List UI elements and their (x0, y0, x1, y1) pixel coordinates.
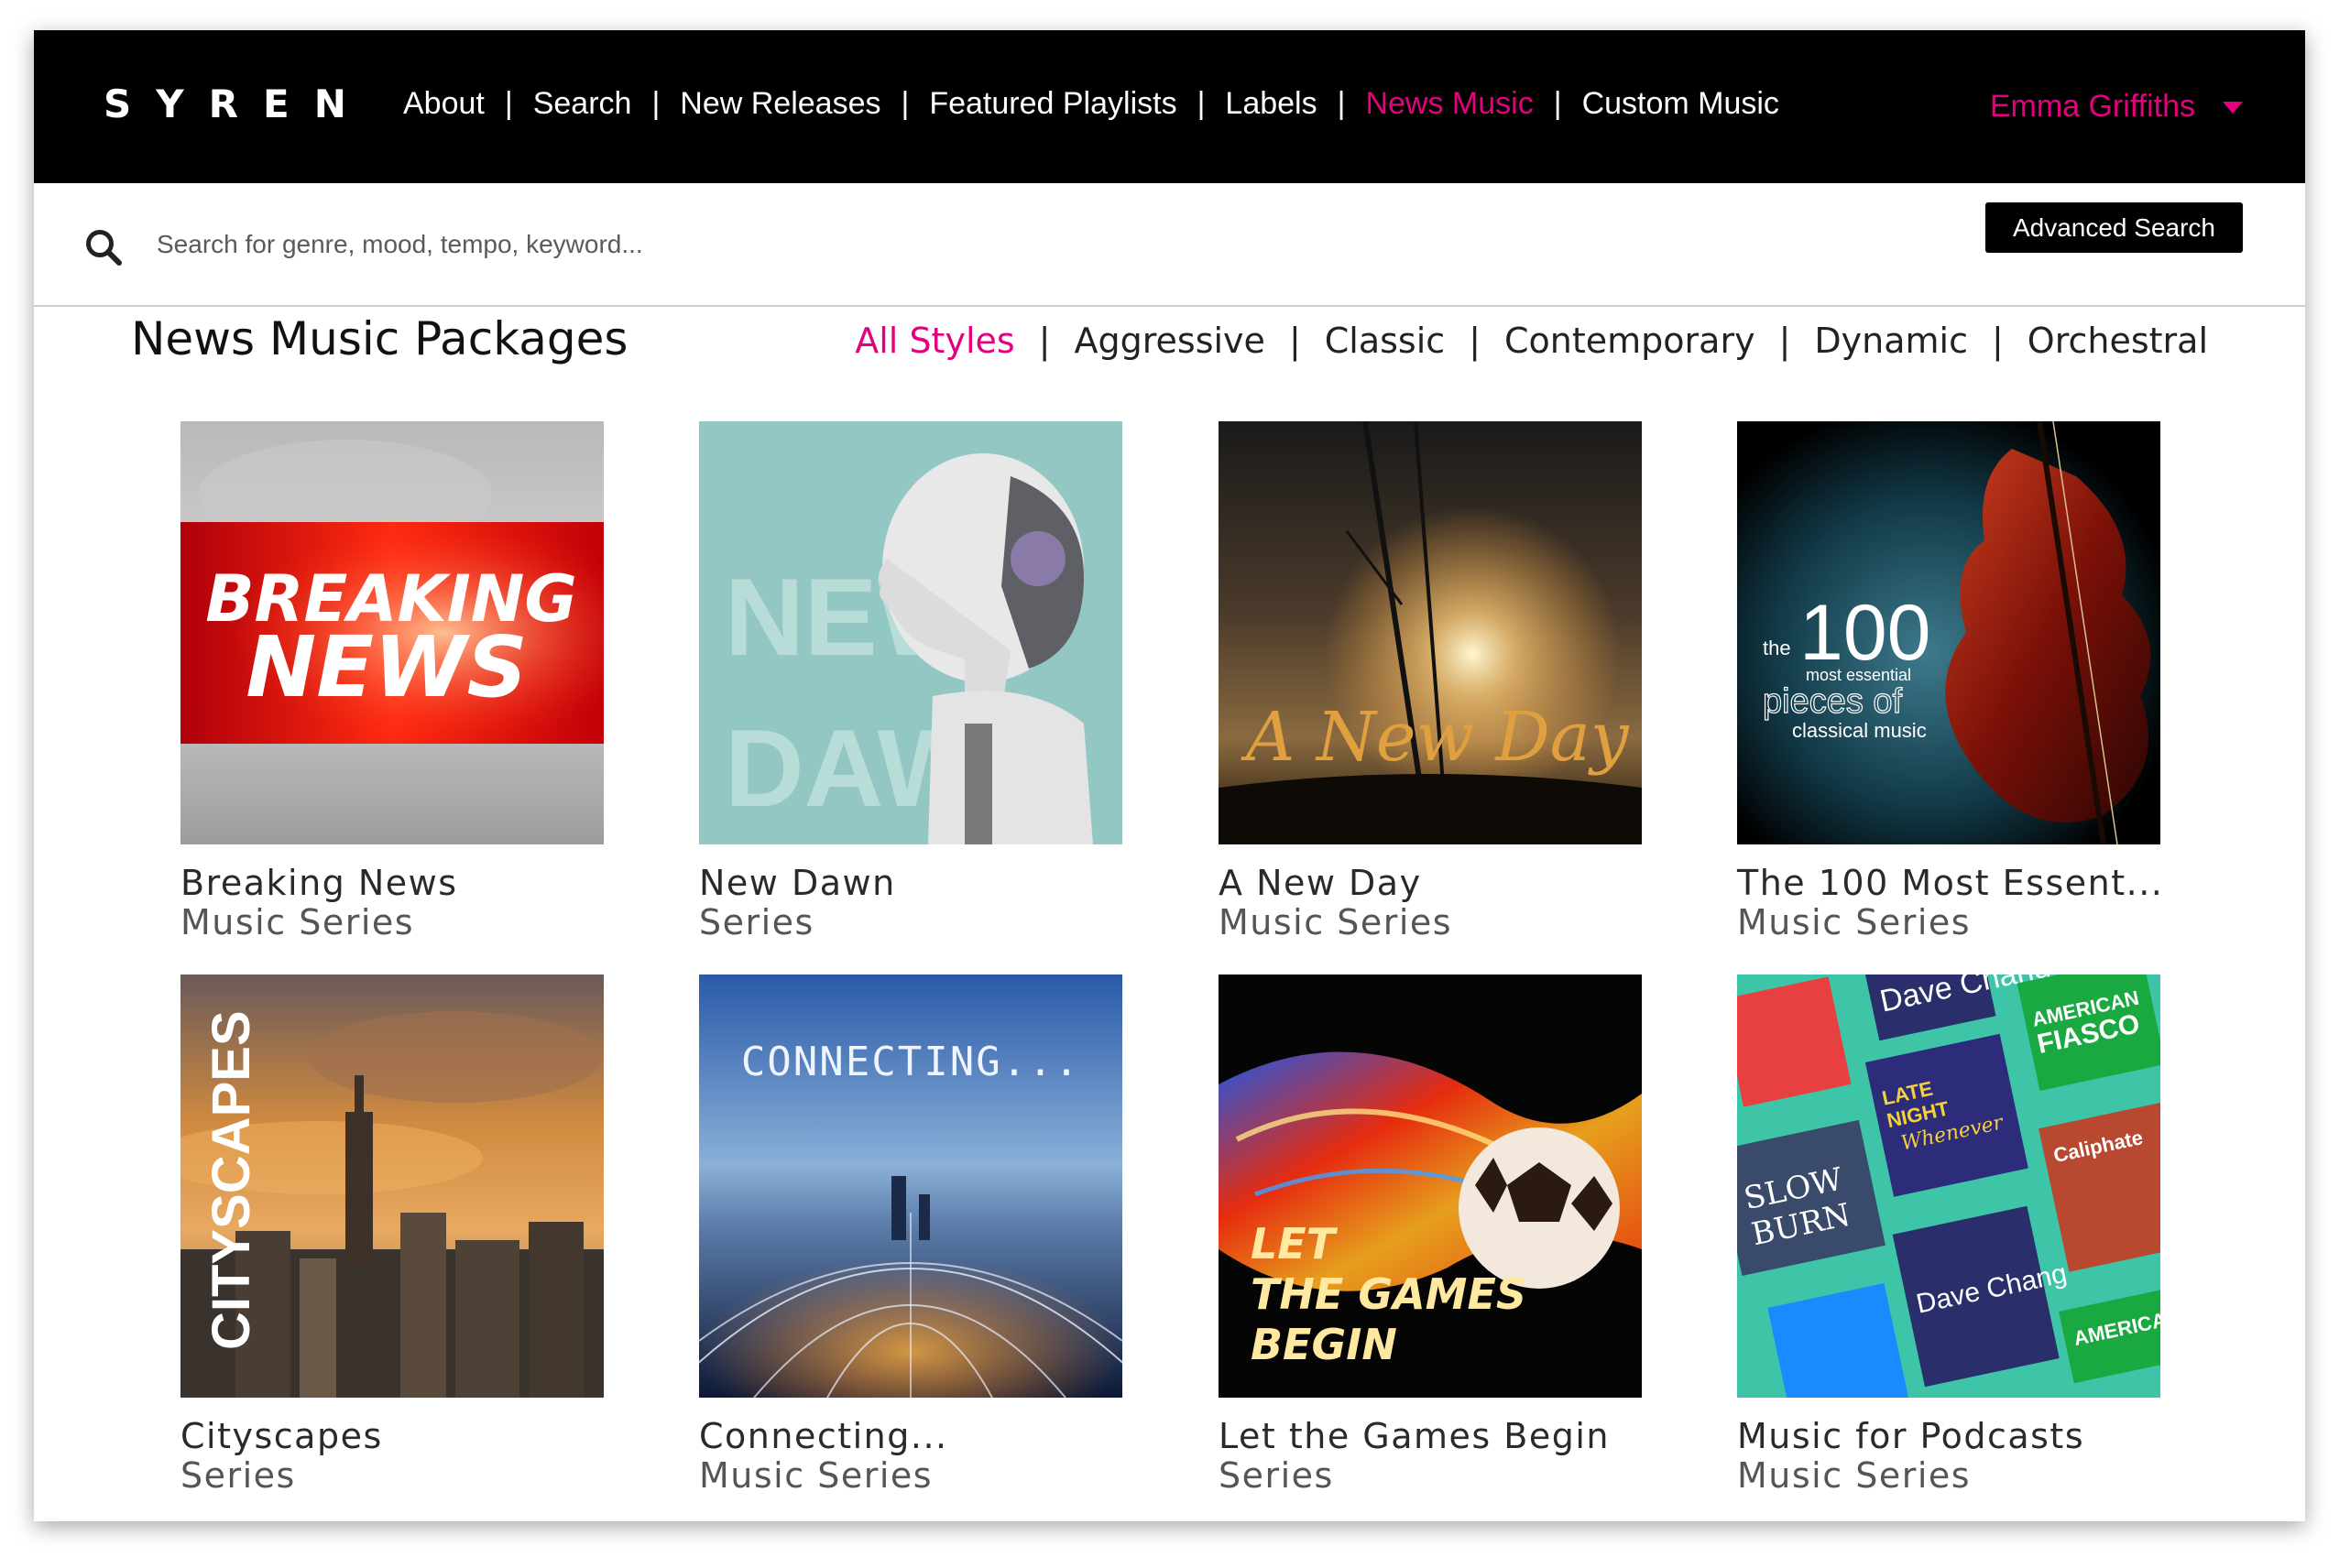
package-card-100-essential[interactable]: the 100 most essential pieces of classic… (1737, 421, 2168, 942)
nav-link-search[interactable]: Search (533, 86, 632, 121)
package-card-a-new-day[interactable]: A New Day A New Day Music Series (1219, 421, 1649, 942)
breaking-news-artwork: BREAKING NEWS (180, 421, 604, 844)
package-title[interactable]: The 100 Most Essent... (1737, 864, 2168, 903)
user-menu[interactable]: Emma Griffiths (1990, 89, 2243, 125)
package-thumbnail[interactable]: BREAKING NEWS (180, 421, 604, 844)
package-card-let-the-games-begin[interactable]: LET THE GAMES BEGIN Let the Games Begin … (1219, 975, 1649, 1496)
connecting-artwork: CONNECTING... (699, 975, 1122, 1398)
package-card-connecting[interactable]: CONNECTING... Connecting... Music Series (699, 975, 1130, 1496)
package-thumbnail[interactable]: CONNECTING... (699, 975, 1122, 1398)
filter-separator: | (1778, 321, 1791, 361)
nav-link-labels[interactable]: Labels (1225, 86, 1317, 121)
page-title: News Music Packages (131, 312, 628, 365)
package-subtitle: Series (1219, 1454, 1334, 1496)
nav-separator: | (651, 86, 661, 121)
art-classical-music: classical music (1792, 719, 1927, 742)
package-title[interactable]: New Dawn (699, 864, 1130, 903)
games-begin-artwork: LET THE GAMES BEGIN (1219, 975, 1642, 1398)
a-new-day-artwork: A New Day (1219, 421, 1642, 844)
package-thumbnail[interactable]: Dave Chang AMERICAN FIASCO LATE NIGHT Wh… (1737, 975, 2160, 1398)
main-nav: About | Search | New Releases | Featured Playl… (403, 86, 1779, 121)
package-title[interactable]: A New Day (1219, 864, 1649, 903)
art-line-2: NEWS (246, 618, 528, 716)
package-subtitle: Music Series (180, 901, 415, 942)
nav-link-news-music[interactable]: News Music (1365, 86, 1533, 121)
nav-separator: | (901, 86, 910, 121)
art-line-1: LET (1251, 1219, 1339, 1269)
package-thumbnail[interactable]: LET THE GAMES BEGIN (1219, 975, 1642, 1398)
art-pieces-of: pieces of (1763, 682, 1903, 721)
user-name: Emma Griffiths (1989, 89, 2195, 124)
package-title[interactable]: Breaking News (180, 864, 611, 903)
package-card-music-for-podcasts[interactable]: Dave Chang AMERICAN FIASCO LATE NIGHT Wh… (1737, 975, 2168, 1496)
package-subtitle: Music Series (1737, 1454, 1972, 1496)
art-line-1: CONNECTING... (741, 1039, 1080, 1085)
art-most-essential: most essential (1806, 666, 1911, 684)
package-thumbnail[interactable]: A New Day (1219, 421, 1642, 844)
package-card-new-dawn[interactable]: NEW DAWN New Dawn Series (699, 421, 1130, 942)
art-line-1: CITYSCAPES (202, 1010, 261, 1350)
package-title[interactable]: Let the Games Begin (1219, 1417, 1649, 1456)
search-input[interactable] (157, 218, 1073, 271)
nav-link-new-releases[interactable]: New Releases (680, 86, 880, 121)
search-icon[interactable] (83, 227, 124, 267)
package-thumbnail[interactable]: the 100 most essential pieces of classic… (1737, 421, 2160, 844)
art-the: the (1763, 637, 1791, 659)
filter-dynamic[interactable]: Dynamic (1814, 321, 1968, 361)
syren-logo[interactable]: SYREN (104, 85, 371, 124)
style-filter-bar: All Styles | Aggressive | Classic | Contempora… (855, 321, 2208, 361)
chevron-down-icon[interactable] (2223, 102, 2243, 114)
filter-separator: | (1288, 321, 1301, 361)
package-thumbnail[interactable]: NEW DAWN (699, 421, 1122, 844)
podcasts-artwork: Dave Chang AMERICAN FIASCO LATE NIGHT Wh… (1737, 975, 2160, 1398)
nav-link-custom-music[interactable]: Custom Music (1582, 86, 1779, 121)
search-bar: Advanced Search (34, 183, 2305, 307)
nav-separator: | (1337, 86, 1346, 121)
classical-100-artwork: the 100 most essential pieces of classic… (1737, 421, 2160, 844)
filter-orchestral[interactable]: Orchestral (2028, 321, 2208, 361)
package-subtitle: Music Series (1737, 901, 1972, 942)
new-dawn-artwork: NEW DAWN (699, 421, 1122, 844)
filter-separator: | (1469, 321, 1481, 361)
filter-contemporary[interactable]: Contemporary (1504, 321, 1755, 361)
package-subtitle: Music Series (1219, 901, 1453, 942)
filter-aggressive[interactable]: Aggressive (1075, 321, 1265, 361)
nav-separator: | (1553, 86, 1562, 121)
app-window: SYREN About | Search | New Releases | Featured… (34, 30, 2305, 1521)
package-title[interactable]: Cityscapes (180, 1417, 611, 1456)
nav-separator: | (504, 86, 513, 121)
filter-separator: | (1991, 321, 2004, 361)
filter-separator: | (1038, 321, 1051, 361)
package-card-breaking-news[interactable]: BREAKING NEWS Breaking News Music Series (180, 421, 611, 942)
filter-classic[interactable]: Classic (1325, 321, 1445, 361)
art-100: 100 (1799, 589, 1931, 677)
package-card-cityscapes[interactable]: CITYSCAPES Cityscapes Series (180, 975, 611, 1496)
package-subtitle: Series (180, 1454, 296, 1496)
package-thumbnail[interactable]: CITYSCAPES (180, 975, 604, 1398)
nav-link-featured-playlists[interactable]: Featured Playlists (929, 86, 1176, 121)
cityscapes-artwork: CITYSCAPES (180, 975, 604, 1398)
package-subtitle: Music Series (699, 1454, 934, 1496)
art-line-1: A New Day (1241, 698, 1630, 777)
top-navigation-bar: SYREN About | Search | New Releases | Featured… (34, 30, 2305, 183)
art-line-3: BEGIN (1251, 1320, 1397, 1369)
art-line-2: THE GAMES (1251, 1269, 1526, 1319)
package-title[interactable]: Connecting... (699, 1417, 1130, 1456)
package-subtitle: Series (699, 901, 814, 942)
advanced-search-button[interactable]: Advanced Search (1985, 202, 2243, 253)
nav-separator: | (1197, 86, 1206, 121)
filter-all-styles[interactable]: All Styles (855, 321, 1014, 361)
package-title[interactable]: Music for Podcasts (1737, 1417, 2168, 1456)
nav-link-about[interactable]: About (403, 86, 485, 121)
